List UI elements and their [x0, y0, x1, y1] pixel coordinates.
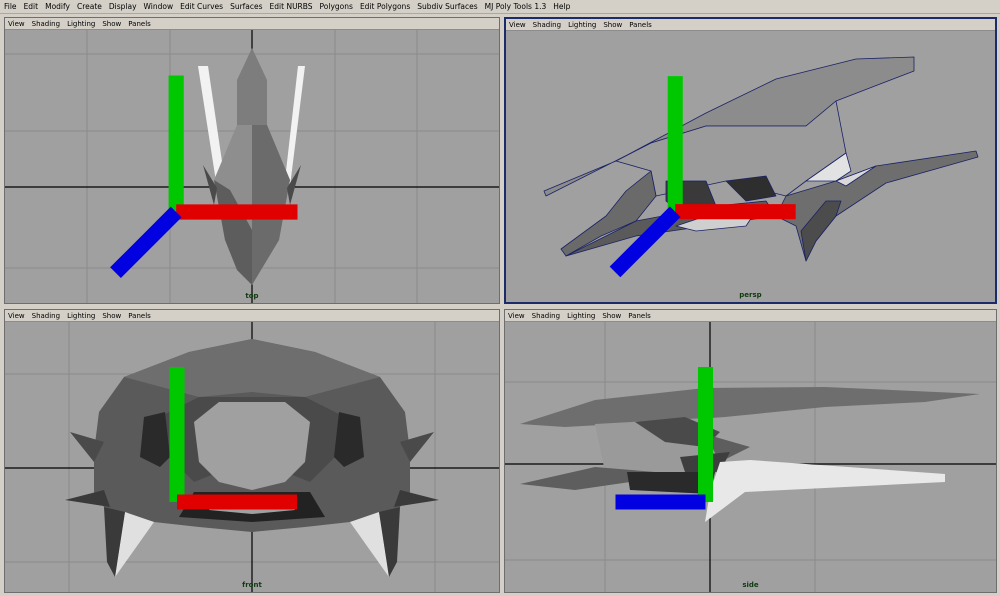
- menu-create[interactable]: Create: [77, 2, 102, 11]
- menu-display[interactable]: Display: [109, 2, 137, 11]
- panel-menu: View Shading Lighting Show Panels: [505, 310, 996, 322]
- panel-menu-lighting[interactable]: Lighting: [567, 312, 595, 320]
- panel-menu-lighting[interactable]: Lighting: [568, 21, 596, 29]
- panel-front[interactable]: View Shading Lighting Show Panels front: [4, 309, 500, 593]
- menu-edit-polygons[interactable]: Edit Polygons: [360, 2, 410, 11]
- menu-file[interactable]: File: [4, 2, 17, 11]
- camera-label-front: front: [242, 581, 262, 589]
- viewport-side[interactable]: side: [505, 322, 996, 592]
- panel-menu-view[interactable]: View: [8, 20, 25, 28]
- panel-menu-panels[interactable]: Panels: [128, 312, 151, 320]
- panel-top[interactable]: View Shading Lighting Show Panels top: [4, 17, 500, 304]
- panel-menu-lighting[interactable]: Lighting: [67, 20, 95, 28]
- panel-menu-show[interactable]: Show: [102, 20, 121, 28]
- menu-subdiv-surfaces[interactable]: Subdiv Surfaces: [417, 2, 477, 11]
- viewport-top[interactable]: top: [5, 30, 499, 303]
- panel-side[interactable]: View Shading Lighting Show Panels side: [504, 309, 997, 593]
- camera-label-persp: persp: [739, 291, 762, 299]
- viewport-persp[interactable]: persp: [506, 31, 995, 302]
- panel-menu-shading[interactable]: Shading: [32, 20, 60, 28]
- menu-edit-curves[interactable]: Edit Curves: [180, 2, 223, 11]
- panel-menu-shading[interactable]: Shading: [532, 312, 560, 320]
- axis-gizmo: [609, 76, 796, 278]
- viewport-front[interactable]: front: [5, 322, 499, 592]
- axis-gizmo: [110, 75, 298, 279]
- panel-menu: View Shading Lighting Show Panels: [506, 19, 995, 31]
- axis-gizmo: [615, 367, 713, 510]
- panel-menu-view[interactable]: View: [509, 21, 526, 29]
- menu-mj-poly-tools-1-3[interactable]: MJ Poly Tools 1.3: [485, 2, 547, 11]
- panel-menu-panels[interactable]: Panels: [629, 21, 652, 29]
- panel-menu-shading[interactable]: Shading: [32, 312, 60, 320]
- panel-menu-show[interactable]: Show: [102, 312, 121, 320]
- menu-surfaces[interactable]: Surfaces: [230, 2, 262, 11]
- panel-menu-show[interactable]: Show: [602, 312, 621, 320]
- menu-window[interactable]: Window: [144, 2, 174, 11]
- panel-menu-view[interactable]: View: [8, 312, 25, 320]
- panel-menu-lighting[interactable]: Lighting: [67, 312, 95, 320]
- menu-modify[interactable]: Modify: [45, 2, 70, 11]
- menu-help[interactable]: Help: [553, 2, 570, 11]
- panel-menu-panels[interactable]: Panels: [628, 312, 651, 320]
- main-menubar: File Edit Modify Create Display Window Edit Cu…: [0, 0, 1000, 14]
- panel-menu-show[interactable]: Show: [603, 21, 622, 29]
- panel-menu-panels[interactable]: Panels: [128, 20, 151, 28]
- panel-menu: View Shading Lighting Show Panels: [5, 18, 499, 30]
- menu-edit-nurbs[interactable]: Edit NURBS: [270, 2, 313, 11]
- panel-persp[interactable]: View Shading Lighting Show Panels persp: [504, 17, 997, 304]
- camera-label-top: top: [245, 292, 259, 300]
- panel-menu-shading[interactable]: Shading: [533, 21, 561, 29]
- panel-menu: View Shading Lighting Show Panels: [5, 310, 499, 322]
- camera-label-side: side: [742, 581, 759, 589]
- menu-polygons[interactable]: Polygons: [320, 2, 353, 11]
- panel-menu-view[interactable]: View: [508, 312, 525, 320]
- menu-edit[interactable]: Edit: [24, 2, 39, 11]
- axis-gizmo: [169, 367, 297, 510]
